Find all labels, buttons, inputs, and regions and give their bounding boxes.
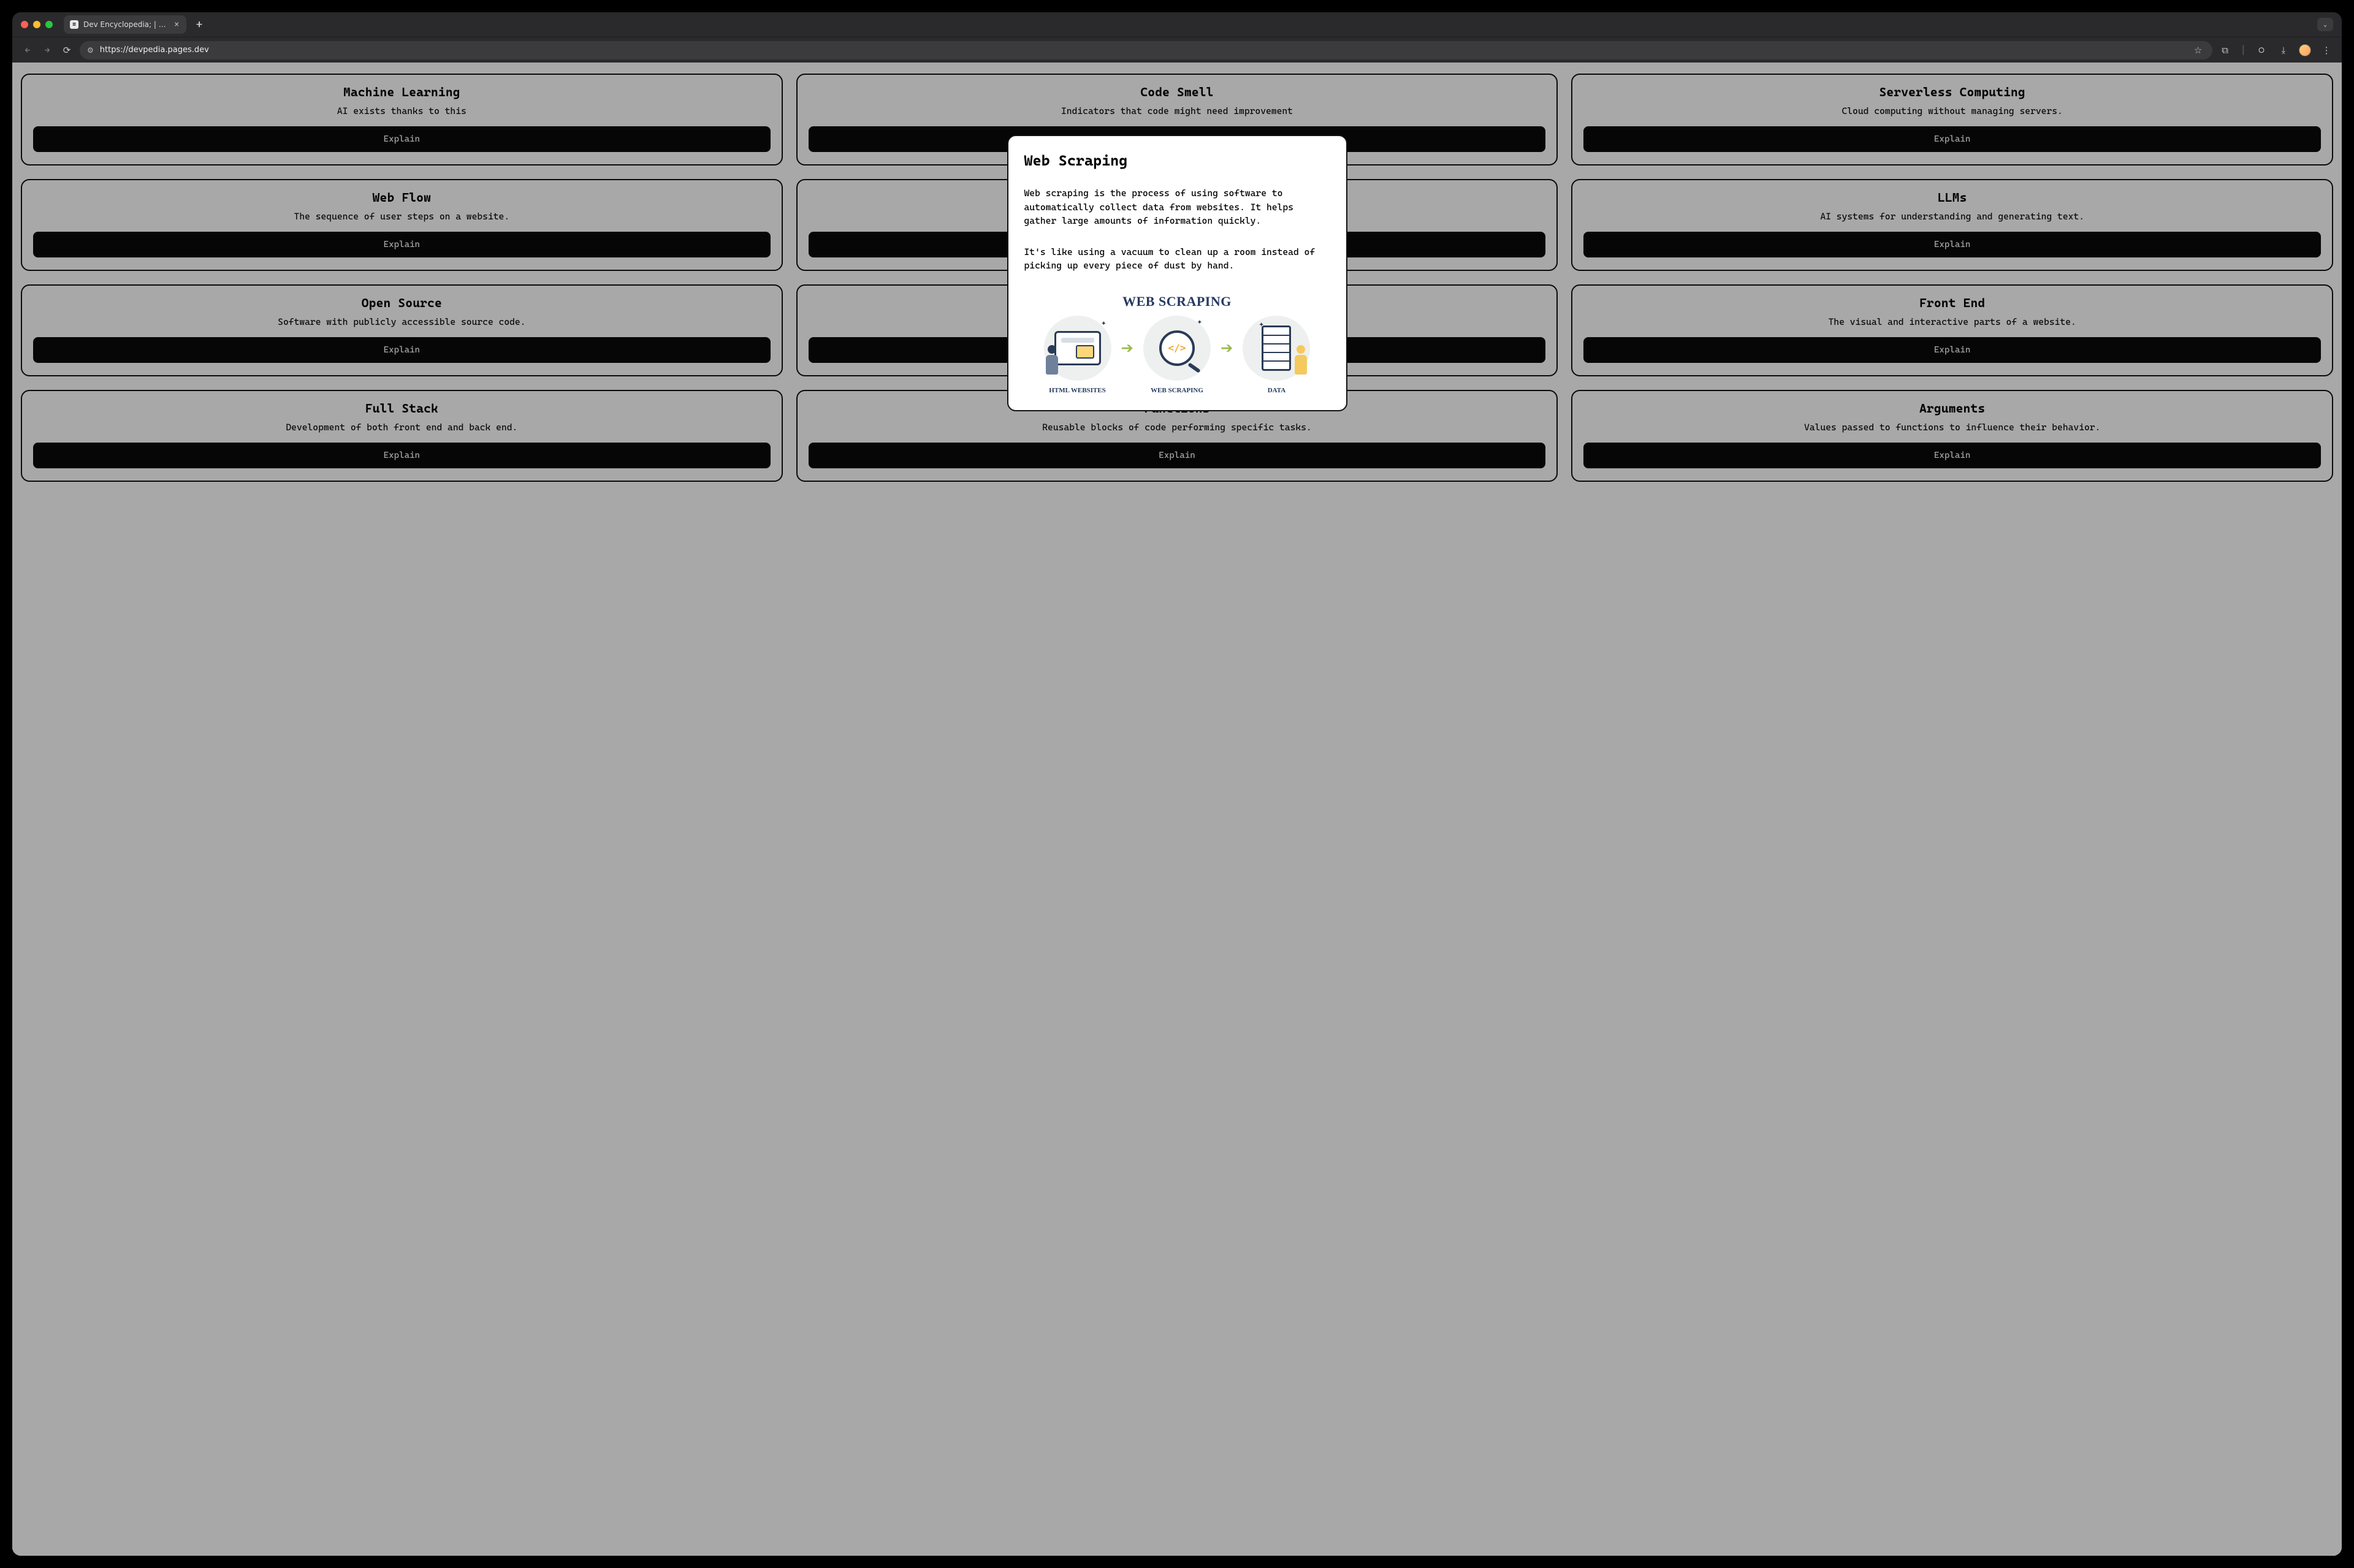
chevron-down-icon: ⌄ [2323, 21, 2327, 28]
tab-strip: ≡ Dev Encyclopedia; | Encyclop × + [64, 15, 2312, 34]
close-window-button[interactable] [21, 21, 28, 28]
modal-illustration: WEB SCRAPING ✦ HTML WEBSITES ➔ ✦ </> [1024, 294, 1330, 399]
magnifier-icon: </> [1159, 330, 1195, 366]
profile-avatar[interactable] [2299, 44, 2311, 56]
illus-label-left: HTML WEBSITES [1049, 387, 1105, 394]
illus-label-mid: WEB SCRAPING [1151, 387, 1203, 394]
extensions-icon[interactable]: ⧉ [2219, 45, 2232, 56]
tab-title: Dev Encyclopedia; | Encyclop [83, 20, 169, 29]
modal-paragraph-2: It's like using a vacuum to clean up a r… [1024, 245, 1330, 273]
tab-favicon-icon: ≡ [70, 20, 78, 29]
browser-tab[interactable]: ≡ Dev Encyclopedia; | Encyclop × [64, 15, 186, 34]
titlebar: ≡ Dev Encyclopedia; | Encyclop × + ⌄ [12, 12, 2342, 37]
illustration-title: WEB SCRAPING [1122, 294, 1232, 310]
bookmark-star-icon[interactable]: ☆ [2192, 45, 2205, 56]
arrow-right-icon: ➔ [1221, 335, 1233, 360]
arrow-right-icon: ➔ [1121, 335, 1133, 360]
illus-html-websites: ✦ HTML WEBSITES [1044, 316, 1111, 381]
new-tab-button[interactable]: + [191, 18, 207, 31]
close-tab-button[interactable]: × [174, 21, 179, 29]
illus-data: ✦ DATA [1243, 316, 1310, 381]
minimize-window-button[interactable] [33, 21, 40, 28]
downloads-icon[interactable]: ⤓ [2277, 45, 2290, 56]
maximize-window-button[interactable] [45, 21, 53, 28]
url-text: https://devpedia.pages.dev [100, 45, 2185, 55]
viewport: Machine LearningAI exists thanks to this… [12, 63, 2342, 1556]
back-button[interactable]: ← [21, 45, 34, 56]
modal-title: Web Scraping [1024, 152, 1330, 169]
tabs-dropdown-button[interactable]: ⌄ [2317, 18, 2333, 31]
toolbar-right: ⧉ | ◯ ⤓ ⋮ [2219, 44, 2333, 56]
modal-paragraph-1: Web scraping is the process of using sof… [1024, 186, 1330, 228]
sparkle-icon: ✦ [1197, 317, 1202, 327]
separator: | [2241, 44, 2246, 56]
reload-button[interactable]: ⟳ [60, 45, 74, 56]
address-bar[interactable]: ⚙ https://devpedia.pages.dev ☆ [80, 41, 2212, 59]
server-icon [1262, 325, 1291, 371]
site-settings-icon[interactable]: ⚙ [87, 46, 94, 55]
sparkle-icon: ✦ [1101, 318, 1106, 328]
explain-modal: Web Scraping Web scraping is the process… [1007, 135, 1347, 411]
illus-web-scraping: ✦ </> WEB SCRAPING [1143, 316, 1211, 381]
dev-refresh-icon[interactable]: ◯ [2255, 45, 2268, 56]
person-icon [1290, 345, 1311, 378]
toolbar: ← → ⟳ ⚙ https://devpedia.pages.dev ☆ ⧉ |… [12, 37, 2342, 63]
person-icon [1042, 345, 1062, 378]
sparkle-icon: ✦ [1259, 319, 1263, 329]
forward-button[interactable]: → [40, 45, 54, 56]
window-controls [21, 21, 53, 28]
illus-label-right: DATA [1268, 387, 1286, 394]
browser-window: ≡ Dev Encyclopedia; | Encyclop × + ⌄ ← →… [12, 12, 2342, 1556]
code-glyph: </> [1168, 342, 1186, 354]
illustration-row: ✦ HTML WEBSITES ➔ ✦ </> WEB SCRAPING ➔ [1044, 316, 1311, 381]
modal-overlay[interactable]: Web Scraping Web scraping is the process… [12, 63, 2342, 1556]
kebab-menu-icon[interactable]: ⋮ [2320, 45, 2333, 56]
